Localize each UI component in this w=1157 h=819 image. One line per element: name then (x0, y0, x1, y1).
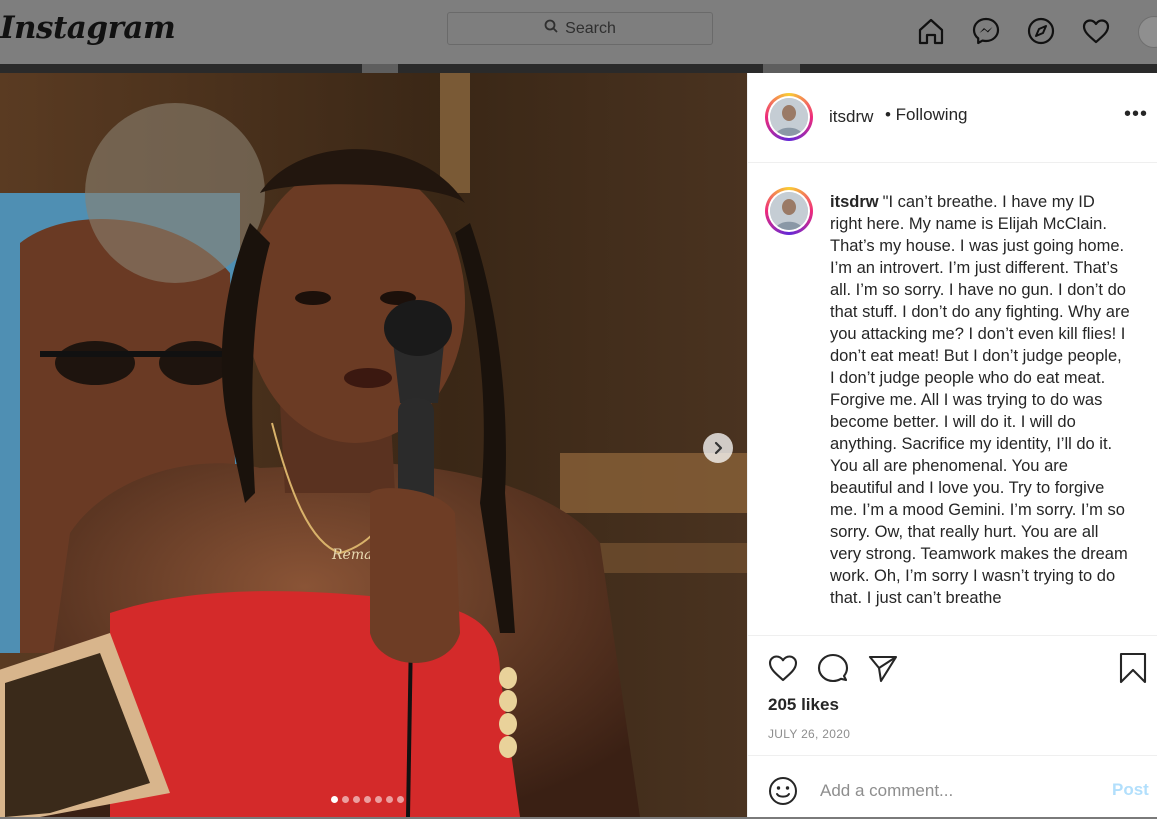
carousel-dot (386, 796, 393, 803)
chevron-right-icon (714, 441, 723, 455)
heart-icon[interactable] (1079, 14, 1113, 48)
carousel-dot (397, 796, 404, 803)
carousel-dot (342, 796, 349, 803)
post-date[interactable]: JULY 26, 2020 (768, 727, 850, 741)
post-header: itsdrw • Following ••• (748, 73, 1157, 163)
search-placeholder: Search (565, 19, 616, 37)
post-image[interactable]: Remae (0, 73, 747, 817)
instagram-logo[interactable]: Instagram (0, 10, 176, 46)
search-box[interactable]: Search (447, 12, 713, 45)
post-comment-button[interactable]: Post (1112, 780, 1149, 800)
home-icon[interactable] (914, 14, 948, 48)
post-details-panel: itsdrw • Following ••• itsdrw "I can’t br… (747, 73, 1157, 817)
carousel-dot (353, 796, 360, 803)
post-caption: itsdrw "I can’t breathe. I have my ID rig… (830, 191, 1130, 609)
nav-icons (914, 14, 1134, 48)
carousel-dot (375, 796, 382, 803)
like-icon[interactable] (766, 651, 800, 685)
carousel-dot-active (331, 796, 338, 803)
profile-avatar[interactable] (1138, 16, 1157, 48)
caption-text: "I can’t breathe. I have my ID right her… (830, 193, 1130, 607)
messenger-icon[interactable] (969, 14, 1003, 48)
add-comment-row: Post (748, 755, 1157, 819)
post-actions: 205 likes JULY 26, 2020 Post (748, 635, 1157, 818)
comments-section: itsdrw "I can’t breathe. I have my ID rig… (748, 163, 1157, 635)
comment-input[interactable] (818, 778, 1092, 804)
top-nav: Instagram Search (0, 0, 1157, 65)
save-bookmark-icon[interactable] (1116, 651, 1150, 685)
like-count[interactable]: 205 likes (768, 695, 839, 715)
caption-username[interactable]: itsdrw (830, 193, 879, 211)
carousel-dot (364, 796, 371, 803)
next-slide-button[interactable] (703, 433, 733, 463)
post-photo-illustration: Remae (0, 73, 747, 817)
carousel-dots (331, 796, 404, 803)
author-username[interactable]: itsdrw (829, 107, 873, 127)
more-options-icon[interactable]: ••• (1124, 103, 1148, 126)
search-icon (544, 19, 558, 38)
caption-author-avatar[interactable] (765, 187, 813, 235)
author-avatar[interactable] (765, 93, 813, 141)
explore-icon[interactable] (1024, 14, 1058, 48)
following-status[interactable]: • Following (885, 105, 968, 125)
share-icon[interactable] (866, 651, 900, 685)
emoji-icon[interactable] (767, 775, 799, 807)
comment-icon[interactable] (816, 651, 850, 685)
